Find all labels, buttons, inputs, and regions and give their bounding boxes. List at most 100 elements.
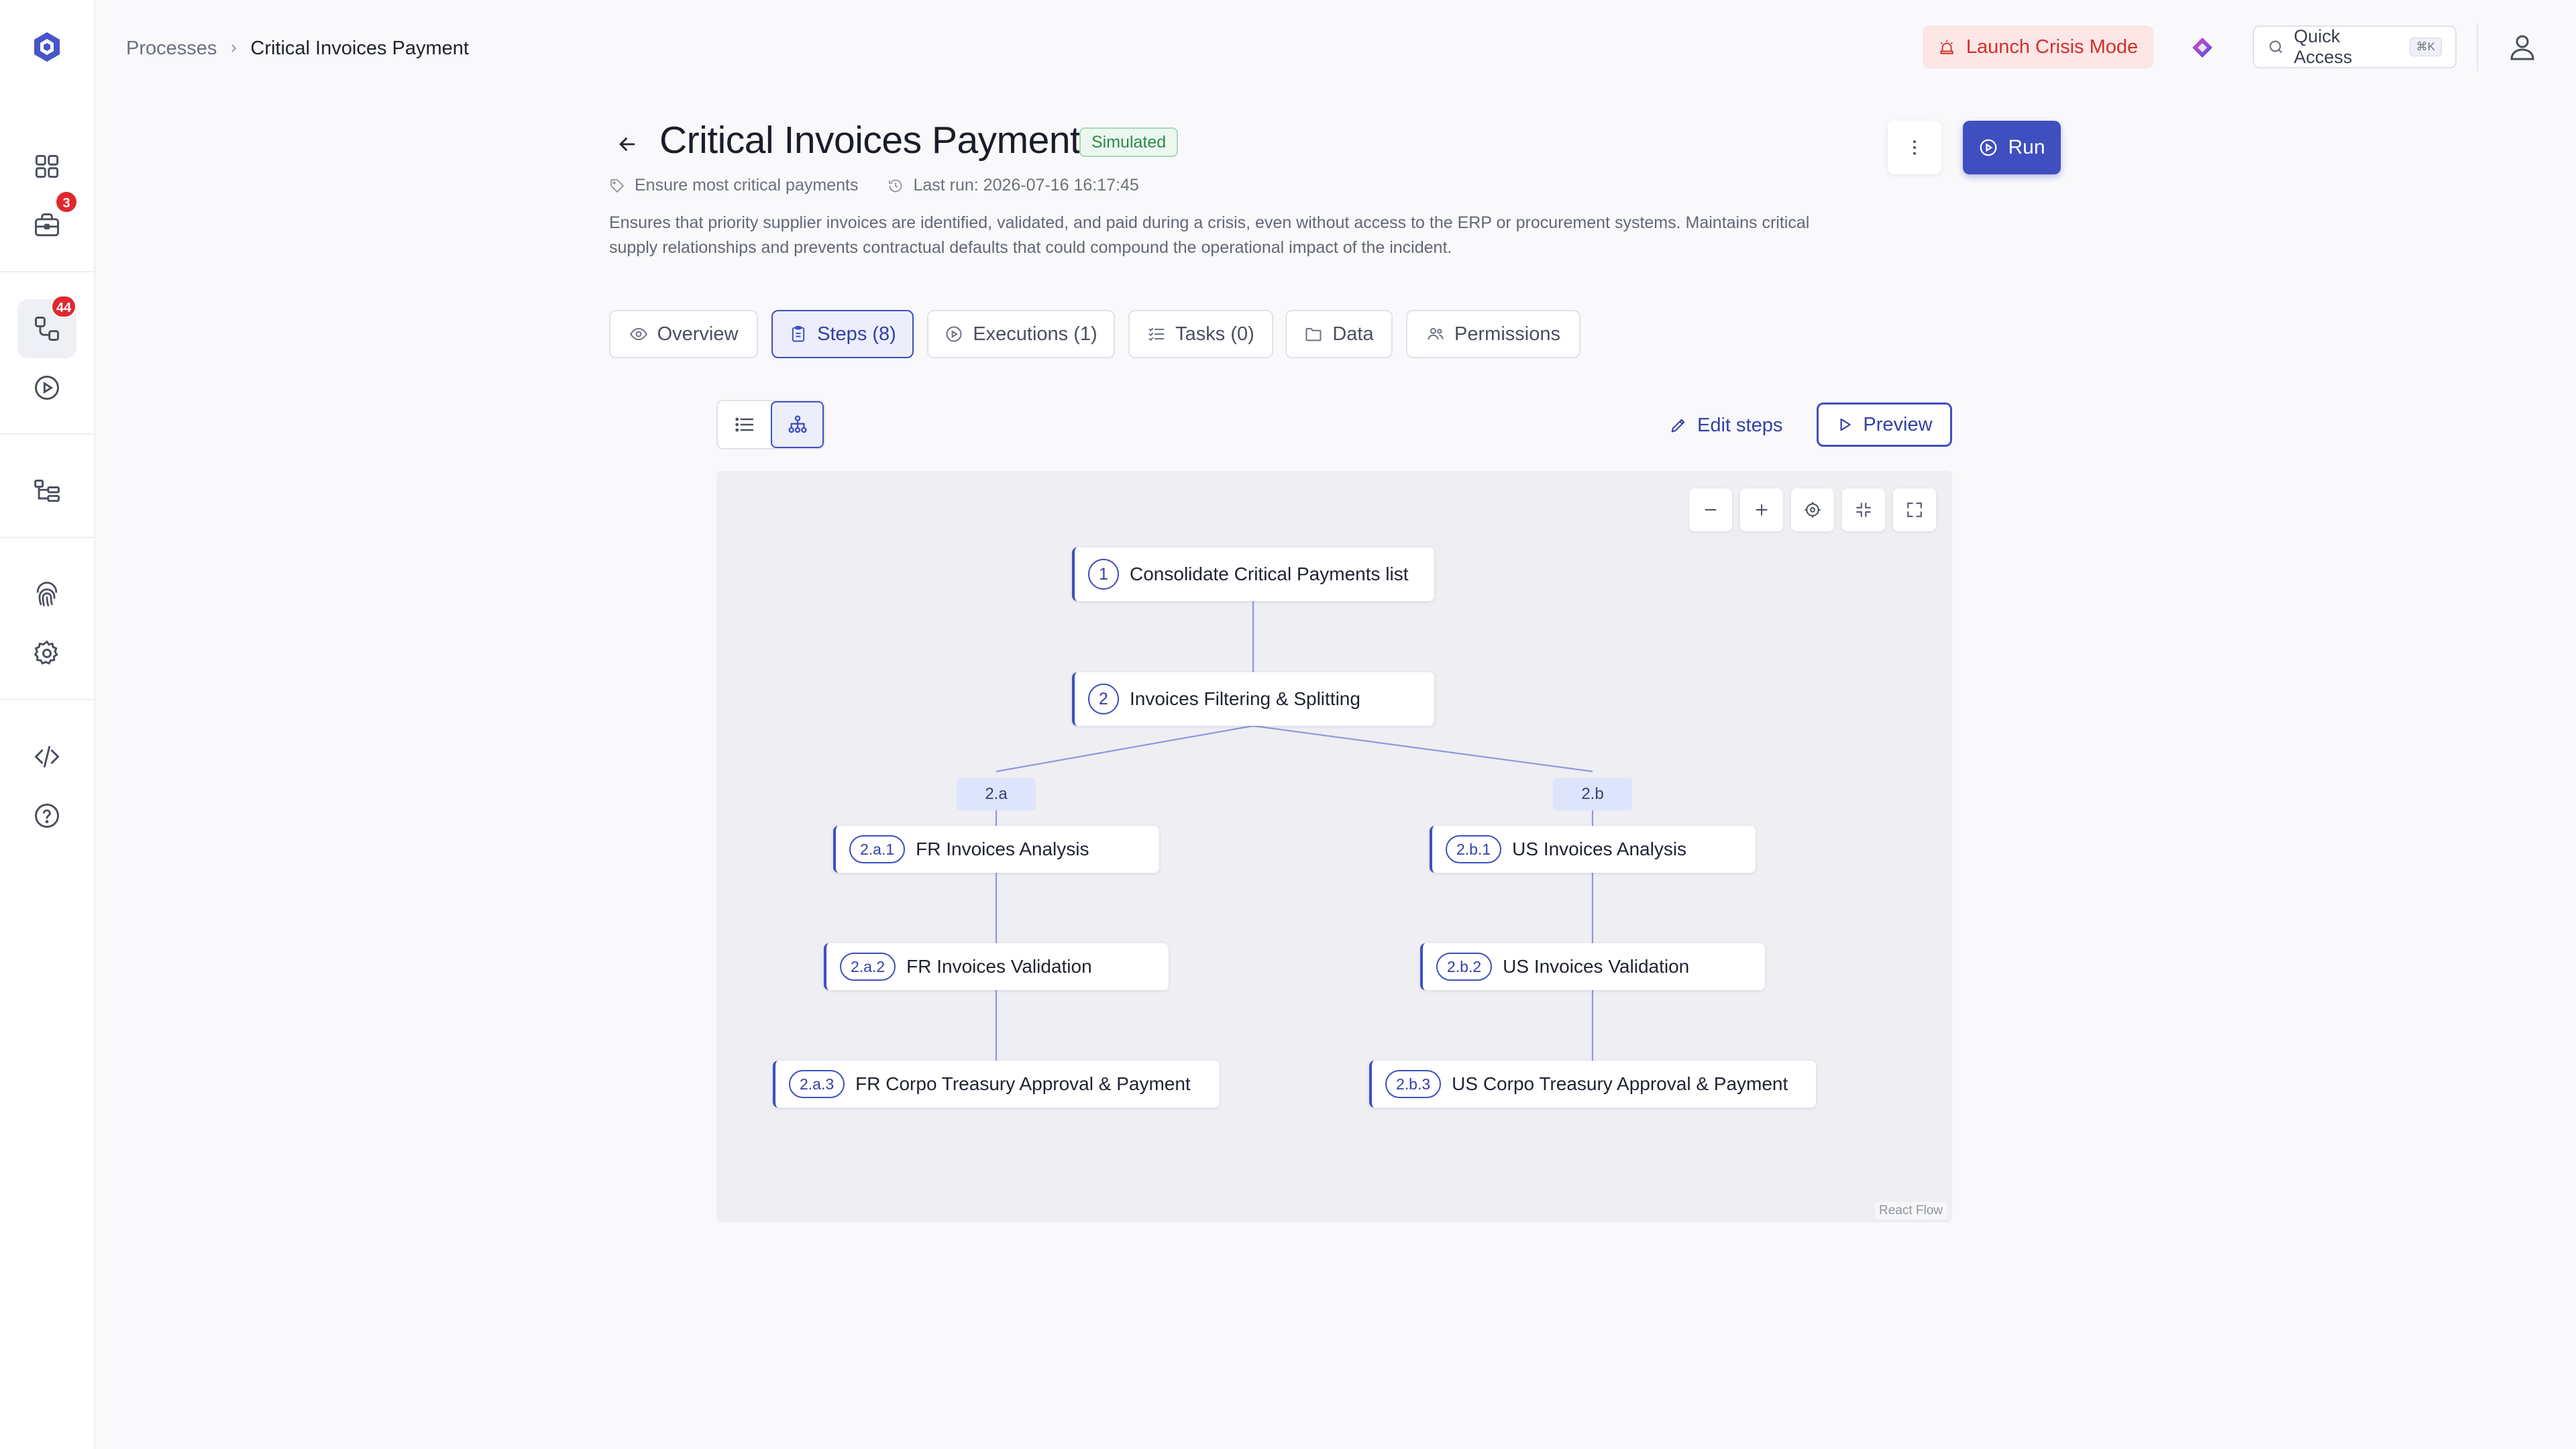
branch-label-2b: 2.b — [1553, 778, 1632, 810]
step-number: 2.a.2 — [840, 953, 896, 981]
ai-assistant-icon[interactable] — [2188, 34, 2216, 62]
topbar-divider — [2477, 23, 2478, 71]
sidebar-item-help[interactable] — [17, 786, 76, 845]
sidebar: 3 44 — [0, 0, 95, 1449]
graph-view-button[interactable] — [771, 401, 824, 448]
sidebar-divider — [0, 699, 95, 700]
sidebar-item-settings[interactable] — [17, 624, 76, 683]
fit-view-button[interactable] — [1791, 488, 1834, 531]
zoom-in-button[interactable] — [1740, 488, 1783, 531]
list-view-button[interactable] — [718, 401, 771, 448]
arrow-left-icon — [619, 138, 635, 151]
breadcrumb: Processes Critical Invoices Payment — [126, 35, 469, 62]
sidebar-item-executions[interactable] — [17, 358, 76, 417]
step-label: US Invoices Analysis — [1512, 839, 1687, 859]
flow-node-2b2[interactable]: 2.b.2 US Invoices Validation — [1420, 943, 1765, 990]
fullscreen-button[interactable] — [1893, 488, 1936, 531]
tab-tasks[interactable]: Tasks (0) — [1128, 310, 1273, 358]
step-label: Invoices Filtering & Splitting — [1130, 688, 1360, 709]
sidebar-item-dashboard[interactable] — [17, 137, 76, 196]
breadcrumb-processes-link[interactable]: Processes — [126, 38, 217, 60]
search-icon — [2269, 40, 2282, 54]
process-tag-label: Ensure most critical payments — [635, 176, 859, 195]
notification-badge: 3 — [55, 191, 78, 213]
breadcrumb-current: Critical Invoices Payment — [250, 37, 469, 59]
flow-tree-icon — [788, 415, 807, 433]
back-button[interactable] — [612, 129, 643, 160]
process-tag: Ensure most critical payments — [609, 176, 858, 195]
view-mode-toggle — [716, 400, 825, 449]
checklist-icon — [1148, 327, 1165, 341]
tab-executions[interactable]: Executions (1) — [927, 310, 1115, 358]
step-number: 2 — [1088, 684, 1119, 714]
flow-node-1[interactable]: 1 Consolidate Critical Payments list — [1072, 547, 1434, 601]
quick-access-search[interactable]: Quick Access ⌘K — [2253, 25, 2457, 68]
edge-2-2a — [996, 724, 1254, 773]
flow-node-2b3[interactable]: 2.b.3 US Corpo Treasury Approval & Payme… — [1369, 1061, 1816, 1108]
flow-node-2a3[interactable]: 2.a.3 FR Corpo Treasury Approval & Payme… — [773, 1061, 1220, 1108]
flow-node-2b1[interactable]: 2.b.1 US Invoices Analysis — [1430, 826, 1756, 873]
workflow-icon — [35, 317, 59, 341]
more-options-button[interactable] — [1888, 121, 1941, 174]
tab-overview[interactable]: Overview — [609, 310, 758, 358]
zoom-out-button[interactable] — [1689, 488, 1732, 531]
react-flow-attribution[interactable]: React Flow — [1874, 1202, 1947, 1220]
notification-badge: 44 — [51, 295, 77, 318]
hierarchy-icon — [34, 479, 60, 502]
sidebar-divider — [0, 271, 95, 272]
last-run-label: Last run: 2026-07-16 16:17:45 — [913, 176, 1139, 195]
crisis-button-label: Launch Crisis Mode — [1966, 36, 2139, 58]
flow-node-2[interactable]: 2 Invoices Filtering & Splitting — [1072, 672, 1434, 726]
step-label: FR Invoices Analysis — [916, 839, 1089, 859]
step-number: 2.b.3 — [1385, 1070, 1442, 1098]
step-number: 2.b.2 — [1436, 953, 1493, 981]
app-logo-icon[interactable] — [30, 30, 64, 64]
edit-steps-label: Edit steps — [1697, 414, 1783, 436]
sidebar-item-developer[interactable] — [17, 727, 76, 786]
user-profile-icon[interactable] — [2506, 31, 2538, 63]
sidebar-item-workspace[interactable]: 3 — [17, 191, 78, 255]
run-button-label: Run — [2008, 136, 2045, 158]
eye-icon — [629, 327, 647, 341]
step-number: 2.a.1 — [849, 835, 906, 863]
flow-canvas[interactable]: 1 Consolidate Critical Payments list 2 I… — [716, 471, 1952, 1222]
gear-icon — [34, 640, 58, 665]
quick-access-label: Quick Access — [2294, 26, 2353, 67]
run-button[interactable]: Run — [1963, 121, 2061, 174]
sidebar-item-security[interactable] — [17, 565, 76, 624]
sidebar-item-processes[interactable]: 44 — [17, 295, 77, 358]
preview-label: Preview — [1863, 413, 1933, 435]
play-circle-icon — [946, 326, 962, 342]
tab-steps[interactable]: Steps (8) — [771, 310, 914, 358]
collapse-button[interactable] — [1842, 488, 1885, 531]
tab-permissions[interactable]: Permissions — [1406, 310, 1580, 358]
status-badge: Simulated — [1079, 127, 1179, 157]
clipboard-icon — [792, 325, 805, 342]
sidebar-item-organization[interactable] — [17, 462, 76, 521]
more-vertical-icon — [1913, 140, 1916, 155]
play-circle-icon — [35, 376, 59, 400]
preview-button[interactable]: Preview — [1817, 402, 1952, 447]
play-circle-icon — [1980, 139, 1997, 156]
branch-label-2a: 2.a — [957, 778, 1036, 810]
tab-label: Executions (1) — [973, 323, 1097, 345]
users-icon — [1428, 327, 1444, 340]
launch-crisis-mode-button[interactable]: Launch Crisis Mode — [1923, 25, 2153, 68]
sidebar-divider — [0, 433, 95, 435]
step-label: US Corpo Treasury Approval & Payment — [1452, 1073, 1788, 1094]
step-label: US Invoices Validation — [1503, 956, 1690, 977]
briefcase-icon — [35, 213, 59, 237]
tab-data[interactable]: Data — [1285, 310, 1393, 358]
code-icon — [34, 745, 60, 768]
sidebar-divider — [0, 537, 95, 538]
history-icon — [889, 179, 902, 192]
tag-icon — [610, 178, 625, 193]
step-label: Consolidate Critical Payments list — [1130, 564, 1409, 584]
step-label: FR Invoices Validation — [906, 956, 1092, 977]
crosshair-icon — [1805, 502, 1821, 518]
edit-steps-button[interactable]: Edit steps — [1669, 411, 1782, 440]
step-number: 2.b.1 — [1446, 835, 1502, 863]
flow-node-2a2[interactable]: 2.a.2 FR Invoices Validation — [824, 943, 1169, 990]
maximize-icon — [1907, 502, 1922, 517]
flow-node-2a1[interactable]: 2.a.1 FR Invoices Analysis — [833, 826, 1159, 873]
